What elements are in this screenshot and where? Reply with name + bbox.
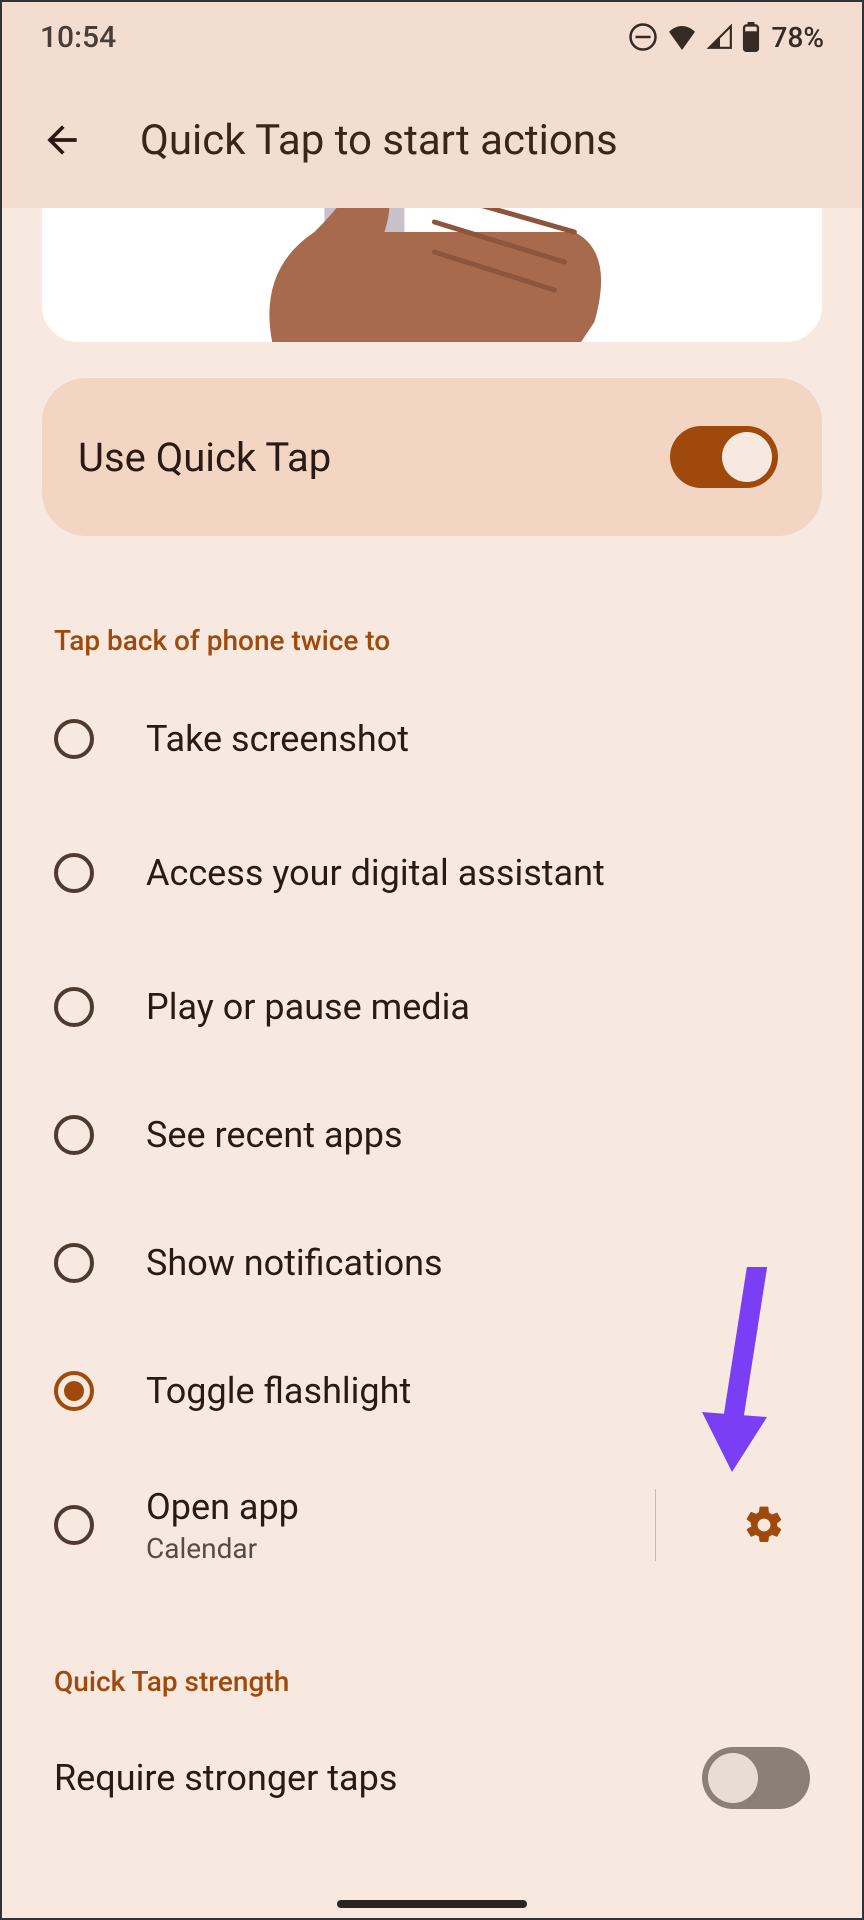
radio-item-play-pause-media[interactable]: Play or pause media [54,943,810,1071]
radio-icon [54,1115,94,1155]
radio-icon [54,719,94,759]
vertical-divider [655,1489,656,1561]
switch-thumb [722,432,772,482]
quick-tap-illustration [42,208,822,342]
battery-percent: 78% [772,21,824,54]
status-icons-group: 78% [628,21,824,54]
require-stronger-taps-switch[interactable] [702,1747,810,1809]
radio-icon [54,1243,94,1283]
radio-item-recent-apps[interactable]: See recent apps [54,1071,810,1199]
actions-radio-list: Take screenshot Access your digital assi… [54,675,810,1595]
actions-section-header: Tap back of phone twice to [54,624,810,657]
back-button[interactable] [32,110,92,170]
radio-item-toggle-flashlight[interactable]: Toggle flashlight [54,1327,810,1455]
status-time: 10:54 [40,20,116,55]
arrow-back-icon [40,118,84,162]
require-stronger-taps-label: Require stronger taps [54,1757,397,1799]
radio-label: Take screenshot [146,718,810,760]
radio-label: Open app [146,1486,603,1528]
radio-item-open-app[interactable]: Open app Calendar [54,1455,810,1595]
radio-sublabel: Calendar [146,1532,603,1565]
radio-label: See recent apps [146,1114,810,1156]
radio-item-take-screenshot[interactable]: Take screenshot [54,675,810,803]
use-quick-tap-label: Use Quick Tap [78,434,331,481]
radio-label: Toggle flashlight [146,1370,810,1412]
use-quick-tap-switch[interactable] [670,426,778,488]
radio-icon [54,1505,94,1545]
radio-label: Show notifications [146,1242,810,1284]
wifi-icon [666,24,698,50]
radio-icon [54,853,94,893]
radio-item-show-notifications[interactable]: Show notifications [54,1199,810,1327]
status-bar: 10:54 78% [2,2,862,72]
strength-section-header: Quick Tap strength [54,1665,810,1698]
signal-icon [706,24,734,50]
radio-item-digital-assistant[interactable]: Access your digital assistant [54,803,810,943]
switch-thumb [708,1753,758,1803]
radio-label: Access your digital assistant [146,852,810,894]
navigation-handle[interactable] [337,1900,527,1908]
open-app-settings-button[interactable] [738,1499,790,1551]
app-bar: Quick Tap to start actions [2,72,862,208]
radio-label: Play or pause media [146,986,810,1028]
hand-illustration-icon [234,208,614,342]
require-stronger-taps-row[interactable]: Require stronger taps [2,1728,862,1828]
radio-icon-selected [54,1371,94,1411]
actions-section: Tap back of phone twice to Take screensh… [2,624,862,1698]
dnd-icon [628,22,658,52]
radio-icon [54,987,94,1027]
use-quick-tap-card[interactable]: Use Quick Tap [42,378,822,536]
page-title: Quick Tap to start actions [140,116,618,165]
gear-icon [742,1503,786,1547]
battery-icon [742,22,760,52]
